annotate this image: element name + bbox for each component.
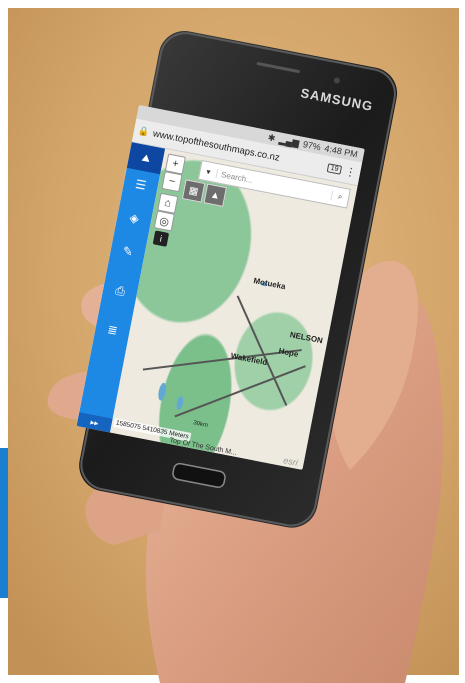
chart-icon[interactable]: ▲ (203, 183, 227, 207)
town-label: Hope (277, 346, 300, 359)
mountain-logo-icon[interactable]: ⛰ (126, 142, 166, 175)
town-label: NELSON (289, 330, 324, 346)
chevron-down-icon[interactable]: ▾ (199, 165, 219, 178)
basemap-grid-icon[interactable]: ▦ (181, 179, 206, 203)
info-icon[interactable]: i (152, 230, 170, 247)
tab-count-button[interactable]: 19 (326, 163, 343, 175)
lock-icon: 🔒 (137, 125, 151, 138)
locate-icon[interactable]: ◎ (153, 210, 175, 232)
lake (175, 395, 185, 411)
bluetooth-icon: ✱ (267, 131, 277, 144)
ruler-icon[interactable]: ✎ (118, 242, 137, 261)
print-icon[interactable]: ⎙ (111, 281, 130, 300)
esri-logo: esri (282, 455, 299, 468)
list-icon[interactable]: ☰ (131, 175, 150, 194)
layers-icon[interactable]: ◈ (125, 209, 144, 228)
battery-level: 97% (302, 139, 322, 153)
legend-icon[interactable]: ≣ (103, 321, 122, 340)
scale-bar: 30km (192, 420, 209, 429)
zoom-out-button[interactable]: − (161, 171, 183, 193)
road (174, 365, 306, 417)
town-label: Motueka (252, 276, 287, 292)
more-vertical-icon[interactable]: ⋮ (344, 165, 357, 180)
search-icon[interactable]: ⌕ (330, 190, 349, 204)
lake (157, 382, 168, 402)
